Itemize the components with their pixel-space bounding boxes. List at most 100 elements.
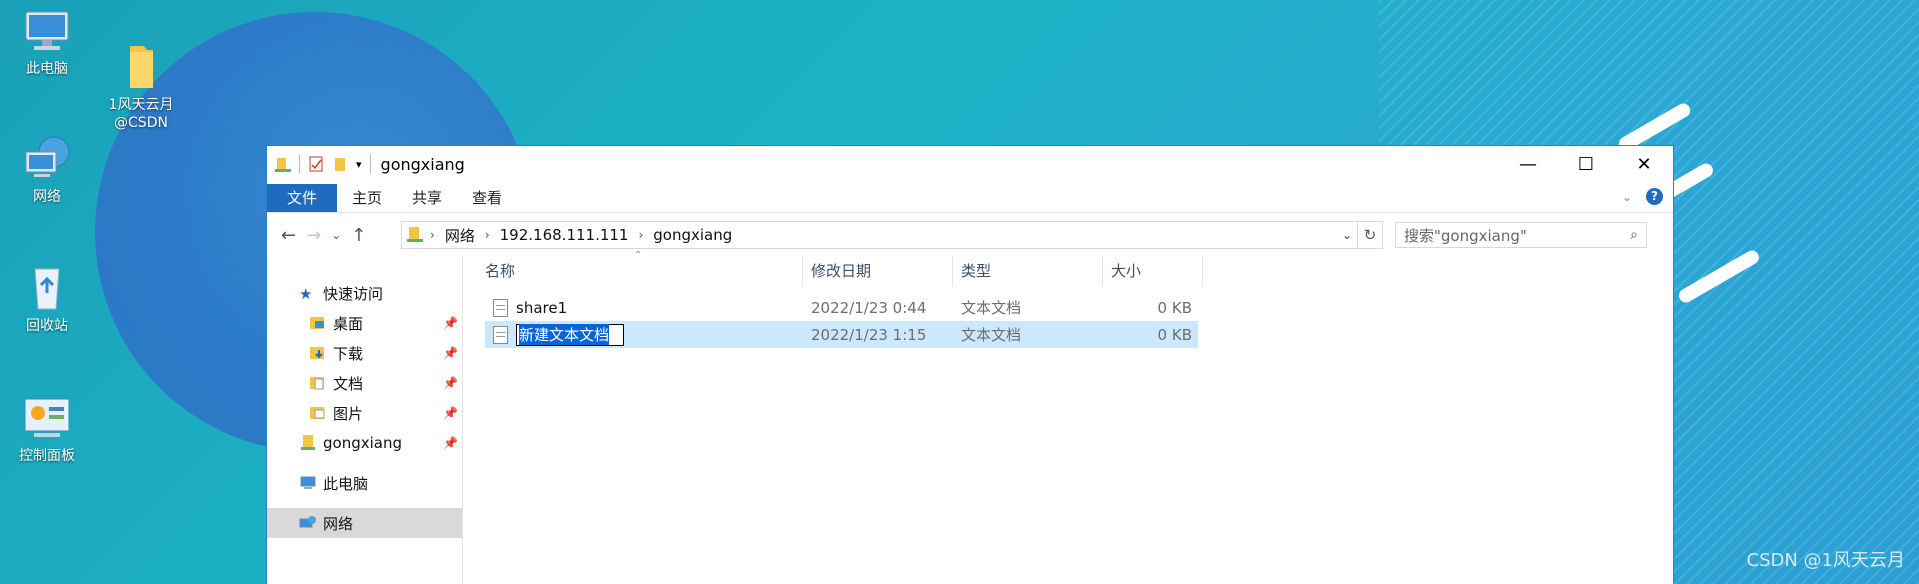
file-name-cell: share1 (485, 298, 803, 317)
file-modified: 2022/1/23 1:15 (811, 325, 927, 344)
pin-icon[interactable]: 📌 (443, 346, 458, 360)
recent-locations-chevron-icon[interactable]: ⌄ (331, 228, 341, 242)
column-header-size[interactable]: 大小 (1103, 256, 1203, 286)
tab-file[interactable]: 文件 (267, 184, 338, 212)
nav-label: 网络 (323, 514, 354, 533)
address-bar[interactable]: › 网络 › 192.168.111.111 › gongxiang ⌄ ↻ (401, 221, 1383, 249)
desktop-icon-control-panel[interactable]: 控制面板 (7, 393, 87, 465)
nav-label: 快速访问 (323, 284, 384, 303)
nav-this-pc[interactable]: 此电脑 (267, 468, 462, 498)
minimize-button[interactable]: — (1499, 146, 1557, 182)
text-file-icon (493, 298, 508, 317)
address-dropdown-chevron-icon[interactable]: ⌄ (1342, 228, 1352, 242)
address-bar-row: ← → ⌄ ↑ › 网络 › 192.168.111.111 › gongxia… (267, 212, 1673, 257)
breadcrumb-share[interactable]: gongxiang (647, 226, 738, 244)
nav-item-documents[interactable]: 文档 📌 (267, 368, 462, 398)
file-size: 0 KB (1157, 298, 1192, 317)
csdn-watermark: CSDN @1风天云月 (1746, 550, 1906, 571)
refresh-icon[interactable]: ↻ (1357, 222, 1382, 248)
desktop-icon-network[interactable]: 网络 (7, 134, 87, 206)
column-header-modified[interactable]: 修改日期 (803, 256, 953, 286)
documents-folder-icon (310, 377, 324, 390)
navigation-buttons: ← → ⌄ ↑ (267, 225, 401, 246)
desktop-icon-folder[interactable]: 1风天云月 @CSDN (101, 6, 181, 150)
close-button[interactable]: ✕ (1615, 146, 1673, 182)
up-arrow-icon[interactable]: ↑ (351, 225, 366, 246)
download-folder-icon (310, 347, 324, 359)
nav-label: 此电脑 (323, 474, 369, 493)
network-folder-icon (275, 158, 291, 172)
tab-home[interactable]: 主页 (337, 184, 397, 212)
column-headers: ⌃ 名称 修改日期 类型 大小 (477, 250, 1673, 286)
pin-icon[interactable]: 📌 (443, 376, 458, 390)
nav-item-downloads[interactable]: 下载 📌 (267, 338, 462, 368)
text-file-icon (493, 325, 508, 344)
breadcrumb-host[interactable]: 192.168.111.111 (494, 226, 635, 244)
properties-icon[interactable] (308, 156, 324, 172)
desktop-icon-label: 回收站 (26, 318, 68, 334)
desktop-icon-label: 控制面板 (19, 448, 75, 464)
nav-label: 桌面 (333, 314, 364, 333)
nav-label: gongxiang (323, 434, 402, 452)
navigation-pane: ★ 快速访问 桌面 📌 下载 📌 文档 📌 图片 📌 gongxiang 📌 此… (267, 256, 463, 584)
desktop-icon-this-pc[interactable]: 此电脑 (7, 6, 87, 78)
nav-quick-access[interactable]: ★ 快速访问 (267, 278, 462, 308)
control-panel-icon (20, 393, 74, 443)
breadcrumb-chevron-icon[interactable]: › (426, 228, 439, 242)
maximize-button[interactable]: ☐ (1557, 146, 1615, 182)
nav-label: 下载 (333, 344, 364, 363)
breadcrumb-network[interactable]: 网络 (439, 225, 481, 246)
desktop-icon-label: 1风天云月 @CSDN (108, 97, 174, 131)
pin-icon[interactable]: 📌 (443, 436, 458, 450)
new-folder-icon[interactable] (332, 156, 348, 172)
computer-icon (20, 6, 74, 56)
breadcrumb-chevron-icon[interactable]: › (634, 228, 647, 242)
file-name-cell: 新建文本文档 (485, 323, 803, 346)
tab-share[interactable]: 共享 (397, 184, 457, 212)
search-icon[interactable]: ⌕ (1630, 227, 1638, 243)
pin-icon[interactable]: 📌 (443, 316, 458, 330)
sort-ascending-icon: ⌃ (634, 250, 643, 261)
tab-view[interactable]: 查看 (457, 184, 517, 212)
column-header-type[interactable]: 类型 (953, 256, 1103, 286)
file-type: 文本文档 (961, 299, 1022, 317)
back-arrow-icon[interactable]: ← (281, 225, 296, 246)
file-size: 0 KB (1157, 325, 1192, 344)
desktop-icon-label: 此电脑 (26, 61, 68, 77)
nav-item-pictures[interactable]: 图片 📌 (267, 398, 462, 428)
desktop-icon-label: 网络 (33, 189, 61, 205)
quick-access-toolbar: ▾ (267, 155, 371, 173)
file-list: ⌃ 名称 修改日期 类型 大小 share1 2022/1/23 0:44 文本… (463, 250, 1673, 584)
breadcrumb-chevron-icon[interactable]: › (481, 228, 494, 242)
file-name: share1 (516, 298, 568, 317)
nav-item-gongxiang[interactable]: gongxiang 📌 (267, 428, 462, 458)
file-modified: 2022/1/23 0:44 (811, 298, 927, 317)
expand-ribbon-chevron-icon[interactable]: ⌄ (1622, 190, 1632, 204)
star-icon: ★ (299, 285, 313, 303)
window-controls: — ☐ ✕ (1499, 146, 1673, 182)
explorer-body: ★ 快速访问 桌面 📌 下载 📌 文档 📌 图片 📌 gongxiang 📌 此… (267, 250, 1673, 584)
desktop-icon-recycle-bin[interactable]: 回收站 (7, 263, 87, 335)
customize-toolbar-chevron-icon[interactable]: ▾ (356, 158, 362, 171)
ribbon-right-controls: ⌄ ? (1622, 188, 1663, 205)
forward-arrow-icon[interactable]: → (306, 225, 321, 246)
table-row[interactable]: 新建文本文档 2022/1/23 1:15 文本文档 0 KB (485, 321, 1198, 348)
rename-input[interactable]: 新建文本文档 (516, 323, 624, 346)
computer-icon (300, 476, 316, 489)
network-folder-icon (301, 435, 315, 450)
file-explorer-window: ▾ gongxiang — ☐ ✕ 文件 主页 共享 查看 ⌄ ? ← → ⌄ … (267, 146, 1673, 584)
nav-network[interactable]: 网络 (267, 508, 462, 538)
recycle-bin-icon (20, 263, 74, 313)
file-type: 文本文档 (961, 326, 1022, 344)
pictures-folder-icon (310, 407, 325, 419)
search-input[interactable]: 搜索"gongxiang" ⌕ (1395, 222, 1647, 248)
help-button[interactable]: ? (1646, 188, 1663, 205)
nav-item-desktop[interactable]: 桌面 📌 (267, 308, 462, 338)
title-bar: ▾ gongxiang — ☐ ✕ (267, 146, 1673, 182)
table-row[interactable]: share1 2022/1/23 0:44 文本文档 0 KB (485, 294, 1198, 321)
pin-icon[interactable]: 📌 (443, 406, 458, 420)
divider (369, 155, 371, 173)
